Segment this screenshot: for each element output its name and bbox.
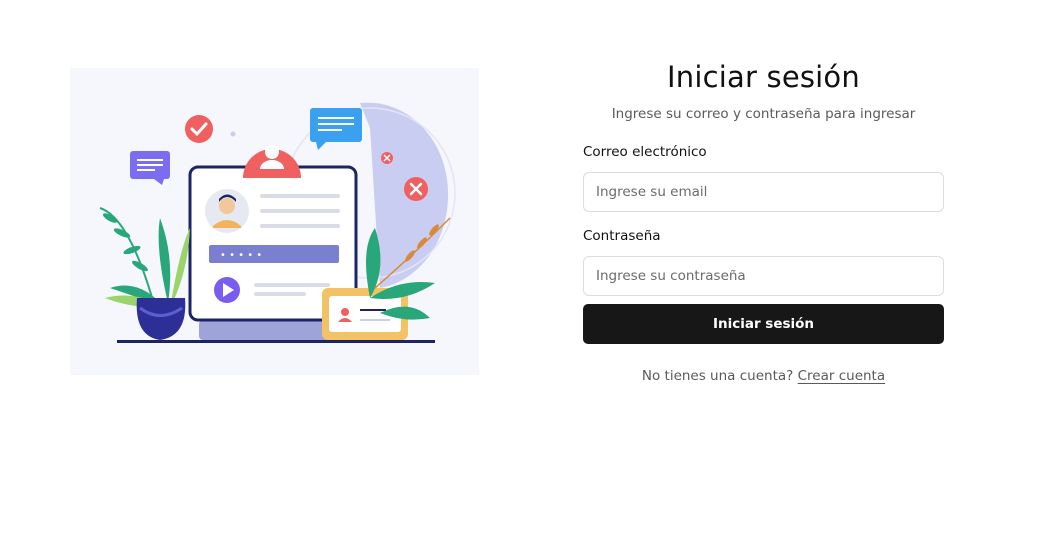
plant-left-icon: [99, 207, 190, 309]
page-subtitle: Ingrese su correo y contraseña para ingr…: [611, 106, 916, 122]
dot-decoration: [230, 131, 236, 137]
check-badge-icon: [185, 115, 213, 143]
login-illustration-svg: • • • • •: [99, 102, 456, 343]
login-submit-button[interactable]: Iniciar sesión: [583, 304, 944, 344]
password-mask: • • • • •: [220, 250, 262, 261]
email-label: Correo electrónico: [583, 144, 707, 160]
avatar-icon: [205, 189, 249, 233]
password-label: Contraseña: [583, 228, 661, 244]
chat-bubble-purple-icon: [130, 151, 170, 185]
login-illustration: • • • • •: [70, 68, 479, 375]
signup-prompt-text: No tienes una cuenta?: [641, 368, 794, 384]
text-line: [260, 209, 340, 213]
plant-pot-icon: [136, 298, 186, 340]
ground-line: [117, 340, 435, 343]
play-icon: [214, 277, 240, 303]
signup-prompt: No tienes una cuenta? Crear cuenta: [583, 368, 944, 384]
text-line: [254, 292, 306, 296]
password-input[interactable]: [583, 256, 944, 296]
close-badge-small-icon: [381, 152, 393, 164]
create-account-link[interactable]: Crear cuenta: [798, 368, 886, 384]
text-line: [254, 283, 330, 287]
page-title: Iniciar sesión: [667, 60, 860, 94]
text-line: [260, 194, 340, 198]
login-form: Iniciar sesión Ingrese su correo y contr…: [583, 58, 944, 384]
text-line: [260, 224, 340, 228]
close-badge-icon: [404, 177, 428, 201]
chat-bubble-blue-icon: [310, 108, 362, 150]
user-badge-icon: [243, 145, 301, 178]
email-input[interactable]: [583, 172, 944, 212]
